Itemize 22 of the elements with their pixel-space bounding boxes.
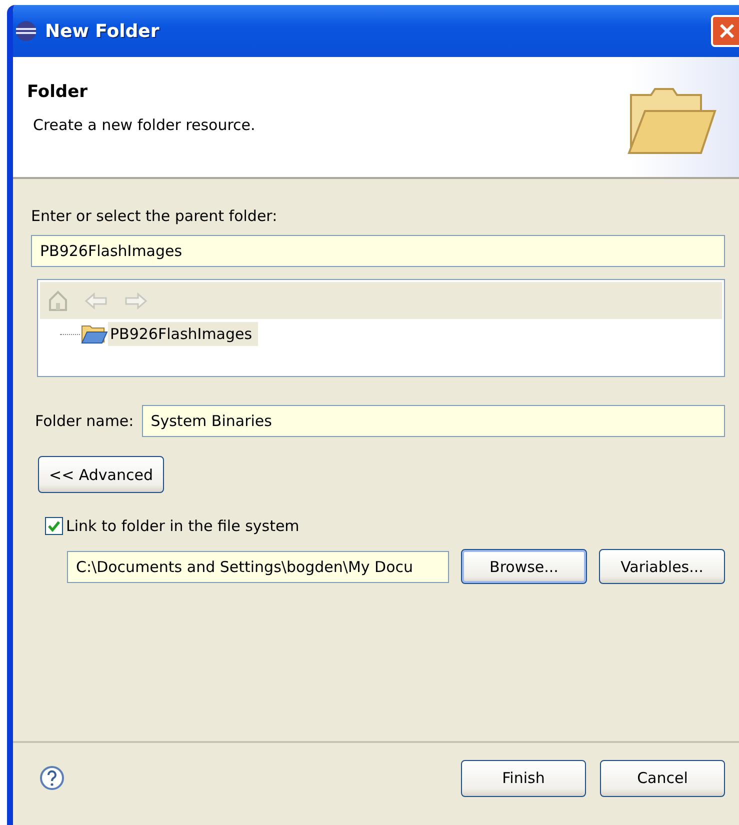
parent-folder-label: Enter or select the parent folder: bbox=[31, 207, 278, 225]
page-description: Create a new folder resource. bbox=[32, 116, 256, 134]
finish-button[interactable]: Finish bbox=[461, 760, 586, 796]
link-checkbox[interactable] bbox=[45, 517, 63, 535]
advanced-button[interactable]: << Advanced bbox=[38, 456, 164, 493]
page-title: Folder bbox=[27, 82, 89, 102]
folder-name-field[interactable]: System Binaries bbox=[142, 405, 725, 437]
folder-icon bbox=[625, 87, 717, 157]
location-field[interactable]: C:\Documents and Settings\bogden\My Docu bbox=[67, 550, 449, 582]
cancel-button[interactable]: Cancel bbox=[600, 760, 725, 796]
window-title: New Folder bbox=[45, 20, 160, 42]
globe-icon bbox=[15, 20, 37, 42]
folder-icon bbox=[80, 323, 108, 345]
folder-name-label: Folder name: bbox=[34, 412, 134, 430]
variables-button[interactable]: Variables... bbox=[599, 549, 725, 584]
link-checkbox-label: Link to folder in the file system bbox=[66, 517, 300, 535]
close-button[interactable] bbox=[711, 15, 739, 47]
close-icon bbox=[718, 22, 736, 40]
parent-folder-field[interactable]: PB926FlashImages bbox=[31, 235, 725, 267]
help-icon[interactable] bbox=[39, 765, 65, 791]
browse-button[interactable]: Browse... bbox=[461, 549, 587, 584]
tree-item[interactable]: PB926FlashImages bbox=[108, 322, 258, 346]
